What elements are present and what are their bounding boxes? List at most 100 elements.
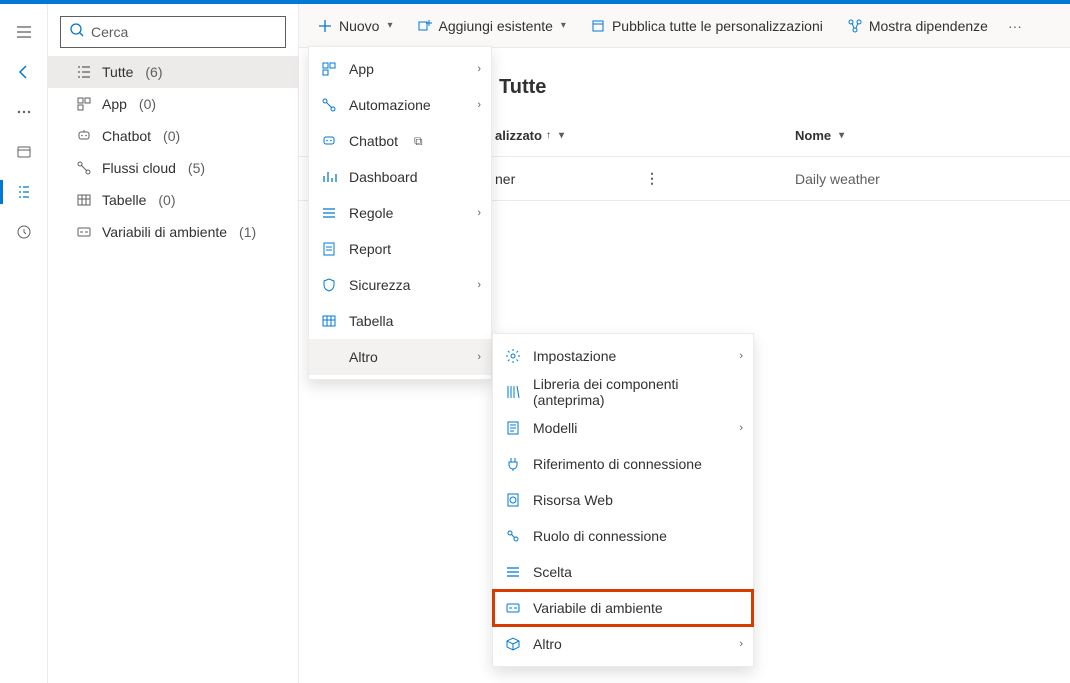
flow-icon	[76, 160, 92, 176]
submenu-item-envvar[interactable]: Variabile di ambiente	[493, 590, 753, 626]
sidebar-item-count: (1)	[239, 224, 256, 240]
publish-all-button[interactable]: Pubblica tutte le personalizzazioni	[580, 10, 833, 42]
chatbot-icon	[76, 128, 92, 144]
chevron-right-icon: ›	[739, 422, 743, 434]
app-icon	[76, 96, 92, 112]
submenu-item-connectionref[interactable]: Riferimento di connessione	[493, 446, 753, 482]
cmdbar-overflow-button[interactable]: ···	[1002, 10, 1028, 42]
table-icon	[76, 192, 92, 208]
submenu-item-componentlib[interactable]: Libreria dei componenti (anteprima)	[493, 374, 753, 410]
menu-label: Automazione	[349, 97, 431, 113]
hamburger-icon[interactable]	[0, 12, 48, 52]
sidebar-item-label: Chatbot	[102, 128, 151, 144]
dependencies-icon	[847, 18, 863, 34]
menu-label: Riferimento di connessione	[533, 456, 702, 472]
sidebar-item-tutte[interactable]: Tutte (6)	[48, 56, 298, 88]
submenu-item-choice[interactable]: Scelta	[493, 554, 753, 590]
submenu-item-templates[interactable]: Modelli ›	[493, 410, 753, 446]
sidebar-item-label: Flussi cloud	[102, 160, 176, 176]
sidebar-item-count: (0)	[158, 192, 175, 208]
menu-item-dashboard[interactable]: Dashboard	[309, 159, 491, 195]
automation-icon	[321, 97, 337, 113]
sidebar-item-count: (6)	[145, 64, 162, 80]
sidebar-item-flows[interactable]: Flussi cloud (5)	[48, 152, 298, 184]
sidebar-item-count: (0)	[163, 128, 180, 144]
submenu-item-connectionrole[interactable]: Ruolo di connessione	[493, 518, 753, 554]
chevron-down-icon: ▾	[559, 130, 564, 141]
sidebar-item-envvars[interactable]: Variabili di ambiente (1)	[48, 216, 298, 248]
library-icon	[505, 384, 521, 400]
cmd-label: Pubblica tutte le personalizzazioni	[612, 18, 823, 34]
command-bar: Nuovo ▾ Aggiungi esistente ▾ Pubblica tu…	[299, 4, 1070, 48]
show-dependencies-button[interactable]: Mostra dipendenze	[837, 10, 998, 42]
shield-icon	[321, 277, 337, 293]
menu-label: Altro	[533, 636, 562, 652]
rules-icon	[321, 205, 337, 221]
menu-item-automation[interactable]: Automazione ›	[309, 87, 491, 123]
sidebar-item-label: Variabili di ambiente	[102, 224, 227, 240]
row-name: ner	[495, 171, 515, 187]
menu-label: Regole	[349, 205, 393, 221]
list-icon	[76, 64, 92, 80]
chevron-down-icon: ▾	[561, 20, 566, 31]
menu-label: Modelli	[533, 420, 577, 436]
menu-label: Chatbot	[349, 133, 398, 149]
sidebar-item-chatbot[interactable]: Chatbot (0)	[48, 120, 298, 152]
left-rail	[0, 4, 48, 683]
back-icon[interactable]	[0, 52, 48, 92]
sidebar-item-label: Tutte	[102, 64, 133, 80]
new-menu: App › Automazione › Chatbot ⧉ Dashboard …	[308, 46, 492, 380]
sidebar-item-count: (0)	[139, 96, 156, 112]
envvar-icon	[505, 600, 521, 616]
menu-item-rules[interactable]: Regole ›	[309, 195, 491, 231]
connectionrole-icon	[505, 528, 521, 544]
menu-label: Dashboard	[349, 169, 418, 185]
menu-item-security[interactable]: Sicurezza ›	[309, 267, 491, 303]
sidebar-item-count: (5)	[188, 160, 205, 176]
cmd-label: Aggiungi esistente	[439, 18, 553, 34]
rail-overflow-icon[interactable]	[0, 92, 48, 132]
menu-item-other[interactable]: Altro ›	[309, 339, 491, 375]
template-icon	[505, 420, 521, 436]
cmd-label: Mostra dipendenze	[869, 18, 988, 34]
submenu-item-webresource[interactable]: Risorsa Web	[493, 482, 753, 518]
column-header-displayname[interactable]: Nome ▾	[695, 128, 844, 143]
menu-label: Sicurezza	[349, 277, 410, 293]
chevron-right-icon: ›	[739, 638, 743, 650]
search-box[interactable]	[60, 16, 286, 48]
add-existing-icon	[417, 18, 433, 34]
submenu-item-settings[interactable]: Impostazione ›	[493, 338, 753, 374]
table-icon	[321, 313, 337, 329]
new-button[interactable]: Nuovo ▾	[307, 10, 403, 42]
rail-app-icon[interactable]	[0, 132, 48, 172]
chevron-right-icon: ›	[477, 351, 481, 363]
sidebar-item-tables[interactable]: Tabelle (0)	[48, 184, 298, 216]
more-icon: ···	[1008, 18, 1022, 34]
menu-item-table[interactable]: Tabella	[309, 303, 491, 339]
chevron-down-icon: ▾	[839, 130, 844, 141]
menu-label: Altro	[349, 349, 378, 365]
chevron-right-icon: ›	[477, 207, 481, 219]
search-icon	[69, 22, 85, 43]
menu-item-app[interactable]: App ›	[309, 51, 491, 87]
dashboard-icon	[321, 169, 337, 185]
other-submenu: Impostazione › Libreria dei componenti (…	[492, 333, 754, 667]
chatbot-icon	[321, 133, 337, 149]
submenu-item-other[interactable]: Altro ›	[493, 626, 753, 662]
settings-icon	[505, 348, 521, 364]
chevron-right-icon: ›	[477, 279, 481, 291]
search-input[interactable]	[91, 24, 277, 40]
menu-item-report[interactable]: Report	[309, 231, 491, 267]
add-existing-button[interactable]: Aggiungi esistente ▾	[407, 10, 576, 42]
menu-item-chatbot[interactable]: Chatbot ⧉	[309, 123, 491, 159]
webresource-icon	[505, 492, 521, 508]
blank-icon	[321, 349, 337, 365]
rail-objects-icon[interactable]	[0, 172, 48, 212]
rail-history-icon[interactable]	[0, 212, 48, 252]
cmd-label: Nuovo	[339, 18, 379, 34]
menu-label: Impostazione	[533, 348, 616, 364]
sidebar-item-app[interactable]: App (0)	[48, 88, 298, 120]
row-more-icon[interactable]: ⋮	[645, 170, 659, 187]
report-icon	[321, 241, 337, 257]
menu-label: Risorsa Web	[533, 492, 613, 508]
